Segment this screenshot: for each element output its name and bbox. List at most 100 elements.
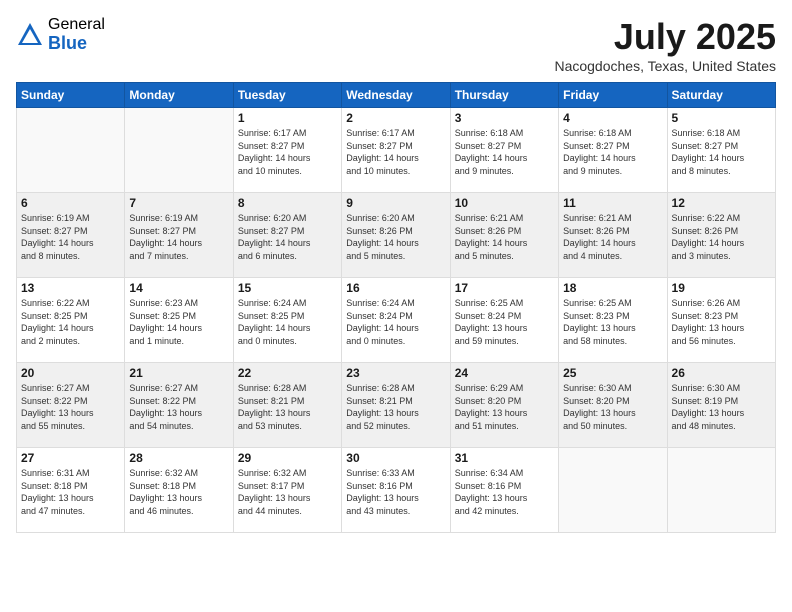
calendar-cell: 4 Sunrise: 6:18 AM Sunset: 8:27 PM Daylig… (559, 108, 667, 193)
day-number: 1 (238, 111, 337, 125)
calendar-cell: 15 Sunrise: 6:24 AM Sunset: 8:25 PM Dayli… (233, 278, 341, 363)
calendar-cell: 10Sunrise: 6:21 AM Sunset: 8:26 PM Dayli… (450, 193, 558, 278)
day-number: 11 (563, 196, 662, 210)
day-info: Sunrise: 6:25 AM Sunset: 8:24 PM Dayligh… (455, 297, 554, 347)
logo-text: General Blue (48, 16, 105, 53)
calendar-cell: 24 Sunrise: 6:29 AM Sunset: 8:20 PM Dayli… (450, 363, 558, 448)
day-info: Sunrise: 6:31 AM Sunset: 8:18 PM Dayligh… (21, 467, 120, 517)
col-header-friday: Friday (559, 83, 667, 108)
calendar-week-row: 1 Sunrise: 6:17 AM Sunset: 8:27 PM Daylig… (17, 108, 776, 193)
calendar-cell: 6 Sunrise: 6:19 AM Sunset: 8:27 PM Daylig… (17, 193, 125, 278)
location: Nacogdoches, Texas, United States (554, 58, 776, 74)
calendar-cell: 13 Sunrise: 6:22 AM Sunset: 8:25 PM Dayli… (17, 278, 125, 363)
col-header-monday: Monday (125, 83, 233, 108)
calendar-cell: 8 Sunrise: 6:20 AM Sunset: 8:27 PM Daylig… (233, 193, 341, 278)
day-info: Sunrise: 6:28 AM Sunset: 8:21 PM Dayligh… (346, 382, 445, 432)
col-header-sunday: Sunday (17, 83, 125, 108)
calendar-cell: 19Sunrise: 6:26 AM Sunset: 8:23 PM Dayli… (667, 278, 775, 363)
calendar-cell (17, 108, 125, 193)
day-number: 20 (21, 366, 120, 380)
calendar-cell: 5 Sunrise: 6:18 AM Sunset: 8:27 PM Daylig… (667, 108, 775, 193)
title-area: July 2025 Nacogdoches, Texas, United Sta… (554, 16, 776, 74)
col-header-tuesday: Tuesday (233, 83, 341, 108)
calendar-cell: 3 Sunrise: 6:18 AM Sunset: 8:27 PM Daylig… (450, 108, 558, 193)
calendar-cell: 21 Sunrise: 6:27 AM Sunset: 8:22 PM Dayli… (125, 363, 233, 448)
day-number: 14 (129, 281, 228, 295)
logo-general: General (48, 16, 105, 34)
calendar-cell: 20Sunrise: 6:27 AM Sunset: 8:22 PM Dayli… (17, 363, 125, 448)
day-info: Sunrise: 6:20 AM Sunset: 8:27 PM Dayligh… (238, 212, 337, 262)
day-info: Sunrise: 6:25 AM Sunset: 8:23 PM Dayligh… (563, 297, 662, 347)
day-info: Sunrise: 6:17 AM Sunset: 8:27 PM Dayligh… (346, 127, 445, 177)
day-info: Sunrise: 6:29 AM Sunset: 8:20 PM Dayligh… (455, 382, 554, 432)
day-info: Sunrise: 6:19 AM Sunset: 8:27 PM Dayligh… (21, 212, 120, 262)
day-info: Sunrise: 6:21 AM Sunset: 8:26 PM Dayligh… (455, 212, 554, 262)
day-number: 28 (129, 451, 228, 465)
calendar: SundayMondayTuesdayWednesdayThursdayFrid… (16, 82, 776, 533)
day-number: 12 (672, 196, 771, 210)
calendar-cell: 26 Sunrise: 6:30 AM Sunset: 8:19 PM Dayli… (667, 363, 775, 448)
calendar-cell: 16Sunrise: 6:24 AM Sunset: 8:24 PM Dayli… (342, 278, 450, 363)
calendar-cell (559, 448, 667, 533)
day-info: Sunrise: 6:18 AM Sunset: 8:27 PM Dayligh… (672, 127, 771, 177)
calendar-week-row: 6 Sunrise: 6:19 AM Sunset: 8:27 PM Daylig… (17, 193, 776, 278)
day-number: 31 (455, 451, 554, 465)
calendar-cell: 1 Sunrise: 6:17 AM Sunset: 8:27 PM Daylig… (233, 108, 341, 193)
day-number: 18 (563, 281, 662, 295)
day-info: Sunrise: 6:30 AM Sunset: 8:20 PM Dayligh… (563, 382, 662, 432)
day-number: 2 (346, 111, 445, 125)
day-info: Sunrise: 6:32 AM Sunset: 8:17 PM Dayligh… (238, 467, 337, 517)
col-header-thursday: Thursday (450, 83, 558, 108)
day-number: 29 (238, 451, 337, 465)
day-number: 9 (346, 196, 445, 210)
day-number: 16 (346, 281, 445, 295)
day-info: Sunrise: 6:24 AM Sunset: 8:25 PM Dayligh… (238, 297, 337, 347)
logo-icon (16, 21, 44, 49)
day-number: 25 (563, 366, 662, 380)
day-info: Sunrise: 6:23 AM Sunset: 8:25 PM Dayligh… (129, 297, 228, 347)
calendar-cell: 17 Sunrise: 6:25 AM Sunset: 8:24 PM Dayli… (450, 278, 558, 363)
calendar-week-row: 27 Sunrise: 6:31 AM Sunset: 8:18 PM Dayli… (17, 448, 776, 533)
day-info: Sunrise: 6:17 AM Sunset: 8:27 PM Dayligh… (238, 127, 337, 177)
calendar-cell: 29 Sunrise: 6:32 AM Sunset: 8:17 PM Dayli… (233, 448, 341, 533)
day-number: 4 (563, 111, 662, 125)
col-header-saturday: Saturday (667, 83, 775, 108)
day-number: 19 (672, 281, 771, 295)
calendar-cell: 31Sunrise: 6:34 AM Sunset: 8:16 PM Dayli… (450, 448, 558, 533)
day-info: Sunrise: 6:20 AM Sunset: 8:26 PM Dayligh… (346, 212, 445, 262)
day-info: Sunrise: 6:22 AM Sunset: 8:25 PM Dayligh… (21, 297, 120, 347)
day-number: 15 (238, 281, 337, 295)
calendar-cell: 28Sunrise: 6:32 AM Sunset: 8:18 PM Dayli… (125, 448, 233, 533)
calendar-cell: 22Sunrise: 6:28 AM Sunset: 8:21 PM Dayli… (233, 363, 341, 448)
calendar-cell (125, 108, 233, 193)
day-number: 24 (455, 366, 554, 380)
calendar-header-row: SundayMondayTuesdayWednesdayThursdayFrid… (17, 83, 776, 108)
calendar-cell: 25 Sunrise: 6:30 AM Sunset: 8:20 PM Dayli… (559, 363, 667, 448)
calendar-week-row: 13 Sunrise: 6:22 AM Sunset: 8:25 PM Dayli… (17, 278, 776, 363)
day-info: Sunrise: 6:27 AM Sunset: 8:22 PM Dayligh… (129, 382, 228, 432)
day-number: 21 (129, 366, 228, 380)
calendar-cell: 27 Sunrise: 6:31 AM Sunset: 8:18 PM Dayli… (17, 448, 125, 533)
day-number: 6 (21, 196, 120, 210)
day-number: 23 (346, 366, 445, 380)
day-info: Sunrise: 6:19 AM Sunset: 8:27 PM Dayligh… (129, 212, 228, 262)
calendar-cell: 23 Sunrise: 6:28 AM Sunset: 8:21 PM Dayli… (342, 363, 450, 448)
day-number: 26 (672, 366, 771, 380)
calendar-cell: 14 Sunrise: 6:23 AM Sunset: 8:25 PM Dayli… (125, 278, 233, 363)
day-info: Sunrise: 6:18 AM Sunset: 8:27 PM Dayligh… (563, 127, 662, 177)
calendar-cell: 9 Sunrise: 6:20 AM Sunset: 8:26 PM Daylig… (342, 193, 450, 278)
calendar-cell (667, 448, 775, 533)
logo: General Blue (16, 16, 105, 53)
day-info: Sunrise: 6:30 AM Sunset: 8:19 PM Dayligh… (672, 382, 771, 432)
day-number: 8 (238, 196, 337, 210)
day-number: 13 (21, 281, 120, 295)
day-number: 7 (129, 196, 228, 210)
day-number: 27 (21, 451, 120, 465)
day-info: Sunrise: 6:21 AM Sunset: 8:26 PM Dayligh… (563, 212, 662, 262)
day-number: 3 (455, 111, 554, 125)
day-info: Sunrise: 6:28 AM Sunset: 8:21 PM Dayligh… (238, 382, 337, 432)
day-number: 5 (672, 111, 771, 125)
day-info: Sunrise: 6:18 AM Sunset: 8:27 PM Dayligh… (455, 127, 554, 177)
day-number: 17 (455, 281, 554, 295)
calendar-cell: 30Sunrise: 6:33 AM Sunset: 8:16 PM Dayli… (342, 448, 450, 533)
